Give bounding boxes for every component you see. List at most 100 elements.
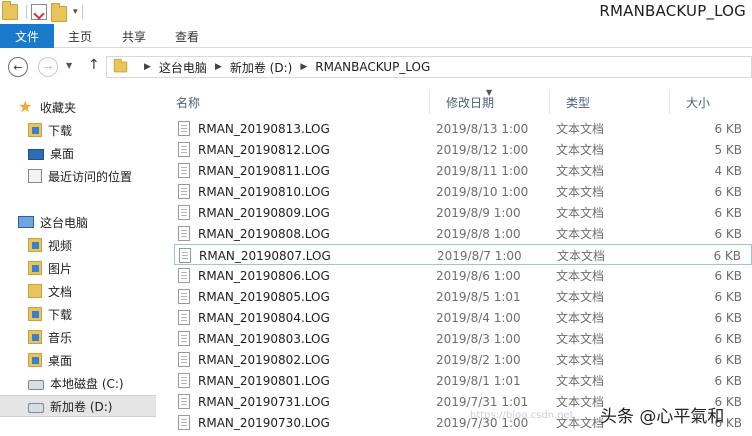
file-type: 文本文档 <box>556 143 605 157</box>
back-arrow-icon: ← <box>13 60 23 74</box>
nav-videos[interactable]: 视频 <box>28 234 72 256</box>
file-size: 6 KB <box>714 184 742 199</box>
file-name: RMAN_20190812.LOG <box>198 142 330 157</box>
tab-home[interactable]: 主页 <box>68 24 92 48</box>
nav-pictures[interactable]: 图片 <box>28 257 72 279</box>
nav-music[interactable]: 音乐 <box>28 326 72 348</box>
file-type: 文本文档 <box>556 353 605 367</box>
file-size: 6 KB <box>714 373 742 388</box>
breadcrumb-current-folder[interactable]: RMANBACKUP_LOG <box>315 60 430 74</box>
breadcrumb-drive-d[interactable]: 新加卷 (D:) <box>230 59 292 76</box>
file-date-modified: 2019/8/11 1:00 <box>436 163 529 178</box>
nav-favorites[interactable]: ★ 收藏夹 <box>18 96 76 118</box>
nav-drive-c[interactable]: 本地磁盘 (C:) <box>28 372 124 394</box>
file-name-cell: RMAN_20190807.LOG <box>179 245 331 266</box>
forward-button[interactable]: → <box>38 57 58 77</box>
file-type: 文本文档 <box>556 374 605 388</box>
file-row[interactable]: RMAN_20190812.LOG 2019/8/12 1:00 文本文档 5 KB <box>174 139 752 160</box>
file-name-cell: RMAN_20190808.LOG <box>178 223 330 244</box>
file-row[interactable]: RMAN_20190810.LOG 2019/8/10 1:00 文本文档 6 KB <box>174 181 752 202</box>
chevron-right-icon[interactable]: ▶ <box>144 62 151 72</box>
file-name-cell: RMAN_20190809.LOG <box>178 202 330 223</box>
back-button[interactable]: ← <box>8 57 28 77</box>
file-name-cell: RMAN_20190803.LOG <box>178 328 330 349</box>
file-date-modified: 2019/8/10 1:00 <box>436 184 529 199</box>
file-size: 5 KB <box>714 142 742 157</box>
file-name: RMAN_20190804.LOG <box>198 310 330 325</box>
nav-favorite-downloads[interactable]: 下载 <box>28 119 72 141</box>
file-name-cell: RMAN_20190804.LOG <box>178 307 330 328</box>
nav-label: 下载 <box>48 307 73 322</box>
nav-label: 收藏夹 <box>40 100 77 115</box>
nav-label: 最近访问的位置 <box>48 169 133 184</box>
column-header-name[interactable]: 名称 <box>160 90 430 114</box>
file-date-modified: 2019/7/31 1:01 <box>436 394 529 409</box>
file-row[interactable]: RMAN_20190807.LOG 2019/8/7 1:00 文本文档 6 KB <box>174 244 752 265</box>
file-date-modified: 2019/8/8 1:00 <box>436 226 521 241</box>
nav-drive-d[interactable]: 新加卷 (D:) <box>0 395 156 417</box>
text-document-icon <box>178 289 190 304</box>
documents-folder-icon <box>28 284 42 298</box>
recent-places-icon <box>28 169 42 183</box>
file-row[interactable]: RMAN_20190802.LOG 2019/8/2 1:00 文本文档 6 KB <box>174 349 752 370</box>
folder-icon[interactable] <box>2 1 18 20</box>
file-name-cell: RMAN_20190731.LOG <box>178 391 330 412</box>
nav-favorite-desktop[interactable]: 桌面 <box>28 142 74 164</box>
chevron-right-icon[interactable]: ▶ <box>300 62 307 72</box>
file-name-cell: RMAN_20190730.LOG <box>178 412 330 433</box>
file-row[interactable]: RMAN_20190806.LOG 2019/8/6 1:00 文本文档 6 KB <box>174 265 752 286</box>
up-button[interactable]: ↑ <box>88 57 100 73</box>
chevron-right-icon[interactable]: ▶ <box>215 62 222 72</box>
nav-desktop[interactable]: 桌面 <box>28 349 72 371</box>
recent-locations-dropdown-icon[interactable]: ▼ <box>66 61 72 70</box>
text-document-icon <box>178 394 190 409</box>
file-row[interactable]: RMAN_20190804.LOG 2019/8/4 1:00 文本文档 6 KB <box>174 307 752 328</box>
nav-favorite-recent[interactable]: 最近访问的位置 <box>28 165 132 187</box>
file-row[interactable]: RMAN_20190811.LOG 2019/8/11 1:00 文本文档 4 KB <box>174 160 752 181</box>
address-bar[interactable]: ▶ 这台电脑 ▶ 新加卷 (D:) ▶ RMANBACKUP_LOG <box>106 56 752 78</box>
windows-drive-icon <box>28 379 44 390</box>
file-size: 6 KB <box>714 289 742 304</box>
file-date-modified: 2019/8/5 1:01 <box>436 289 521 304</box>
file-row[interactable]: RMAN_20190813.LOG 2019/8/13 1:00 文本文档 6 KB <box>174 118 752 139</box>
file-size: 4 KB <box>714 163 742 178</box>
column-header-row: 名称 修改日期 ▼ 类型 大小 <box>160 88 752 114</box>
file-name-cell: RMAN_20190812.LOG <box>178 139 330 160</box>
file-row[interactable]: RMAN_20190808.LOG 2019/8/8 1:00 文本文档 6 KB <box>174 223 752 244</box>
tab-view[interactable]: 查看 <box>175 24 199 48</box>
customize-toolbar-dropdown-icon[interactable]: ▾ <box>73 7 78 17</box>
text-document-icon <box>178 415 190 430</box>
file-row[interactable]: RMAN_20190809.LOG 2019/8/9 1:00 文本文档 6 KB <box>174 202 752 223</box>
downloads-folder-icon <box>28 123 42 137</box>
file-row[interactable]: RMAN_20190803.LOG 2019/8/3 1:00 文本文档 6 KB <box>174 328 752 349</box>
nav-this-pc[interactable]: 这台电脑 <box>18 211 88 233</box>
file-row[interactable]: RMAN_20190801.LOG 2019/8/1 1:01 文本文档 6 KB <box>174 370 752 391</box>
nav-label: 桌面 <box>50 146 75 161</box>
breadcrumb-this-pc[interactable]: 这台电脑 <box>159 59 207 76</box>
file-row[interactable]: RMAN_20190805.LOG 2019/8/5 1:01 文本文档 6 KB <box>174 286 752 307</box>
file-name: RMAN_20190801.LOG <box>198 373 330 388</box>
file-date-modified: 2019/8/9 1:00 <box>436 205 521 220</box>
file-size: 6 KB <box>714 205 742 220</box>
new-folder-icon[interactable] <box>51 3 67 22</box>
title-bar: ▾ RMANBACKUP_LOG <box>0 0 752 24</box>
column-header-type[interactable]: 类型 <box>550 90 670 114</box>
text-document-icon <box>178 142 190 157</box>
properties-icon[interactable] <box>31 4 47 20</box>
file-type: 文本文档 <box>556 206 605 220</box>
file-name-cell: RMAN_20190810.LOG <box>178 181 330 202</box>
file-type: 文本文档 <box>557 249 606 263</box>
file-type: 文本文档 <box>556 395 605 409</box>
column-header-size[interactable]: 大小 <box>670 90 752 114</box>
nav-downloads[interactable]: 下载 <box>28 303 72 325</box>
tab-file[interactable]: 文件 <box>0 24 54 48</box>
file-date-modified: 2019/8/2 1:00 <box>436 352 521 367</box>
desktop-icon <box>28 148 44 160</box>
drive-icon <box>28 402 44 413</box>
text-document-icon <box>179 248 191 263</box>
nav-documents[interactable]: 文档 <box>28 280 72 302</box>
tab-share[interactable]: 共享 <box>122 24 146 48</box>
navigation-bar: ← → ▼ ↑ ▶ 这台电脑 ▶ 新加卷 (D:) ▶ RMANBACKUP_L… <box>0 48 752 86</box>
file-list: 名称 修改日期 ▼ 类型 大小 RMAN_20190813.LOG 2019/8/… <box>160 86 752 436</box>
desktop-folder-icon <box>28 353 42 367</box>
